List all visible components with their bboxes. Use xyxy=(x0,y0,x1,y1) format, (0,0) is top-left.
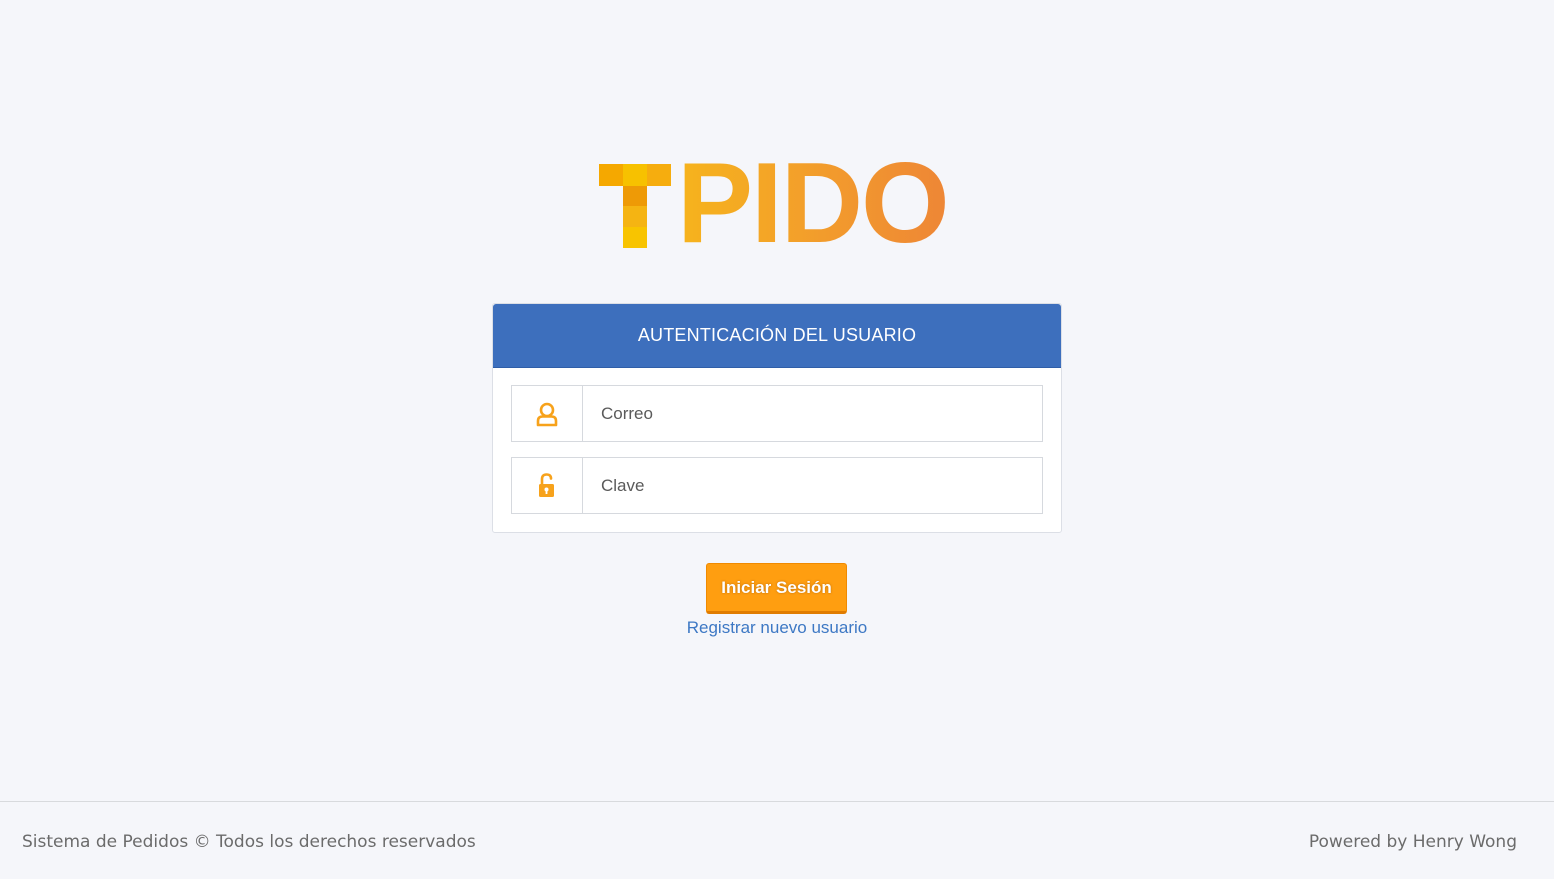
tpido-logo: PIDO xyxy=(599,140,965,267)
user-icon xyxy=(512,386,583,441)
login-card: AUTENTICACIÓN DEL USUARIO xyxy=(492,303,1062,533)
password-field xyxy=(511,457,1043,514)
login-card-header: AUTENTICACIÓN DEL USUARIO xyxy=(493,304,1061,368)
password-input[interactable] xyxy=(583,458,1042,513)
email-input[interactable] xyxy=(583,386,1042,441)
footer-copyright: Sistema de Pedidos © Todos los derechos … xyxy=(22,832,476,852)
email-field xyxy=(511,385,1043,442)
login-page: PIDO AUTENTICACIÓN DEL USUARIO Correo In… xyxy=(0,0,1554,879)
footer-powered-by: Powered by Henry Wong xyxy=(1308,832,1517,852)
logo-t-glyph xyxy=(599,164,671,248)
unlock-icon xyxy=(512,458,583,513)
register-link[interactable]: Registrar nuevo usuario xyxy=(0,618,1554,638)
logo-wordmark: PIDO xyxy=(677,140,950,267)
footer: Sistema de Pedidos © Todos los derechos … xyxy=(0,801,1554,879)
login-button[interactable]: Iniciar Sesión xyxy=(706,563,847,614)
login-card-title: AUTENTICACIÓN DEL USUARIO xyxy=(637,325,917,345)
